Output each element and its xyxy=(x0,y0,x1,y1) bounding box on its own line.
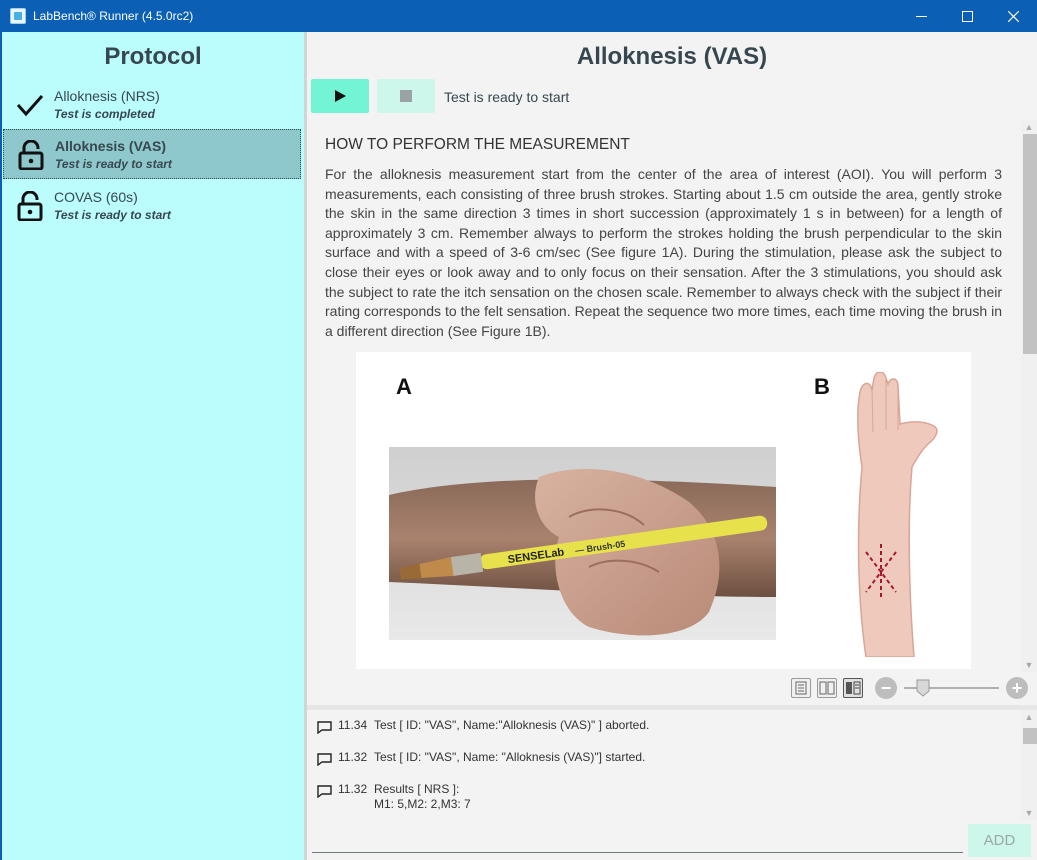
log-text: Test [ ID: "VAS", Name:"Alloknesis (VAS)… xyxy=(374,718,650,732)
zoom-in-button[interactable]: + xyxy=(1006,677,1028,699)
instructions-viewer[interactable]: HOW TO PERFORM THE MEASUREMENT For the a… xyxy=(311,120,1020,672)
protocol-item-name: Alloknesis (NRS) xyxy=(54,88,160,104)
unlocked-padlock-icon xyxy=(18,140,44,170)
scroll-down-arrow-icon[interactable]: ▼ xyxy=(1021,658,1037,672)
window-title: LabBench® Runner (4.5.0rc2) xyxy=(33,9,194,23)
brush-stroke-photo: SENSELab — Brush-05 xyxy=(389,447,776,640)
protocol-item-covas[interactable]: COVAS (60s) Test is ready to start xyxy=(3,181,301,231)
scroll-up-arrow-icon[interactable]: ▲ xyxy=(1021,710,1037,724)
instructions-body: For the alloknesis measurement start fro… xyxy=(325,166,1002,339)
unlocked-padlock-icon xyxy=(17,191,43,221)
log-time: 11.32 xyxy=(338,782,368,796)
instructions-scrollbar[interactable]: ▲ ▼ xyxy=(1021,120,1037,672)
test-panel: Alloknesis (VAS) Test is ready to start … xyxy=(307,32,1037,860)
close-icon xyxy=(1007,11,1019,22)
instructions-heading: HOW TO PERFORM THE MEASUREMENT xyxy=(325,136,630,153)
stop-button[interactable] xyxy=(377,79,435,113)
protocol-item-status: Test is completed xyxy=(54,107,155,121)
single-page-view-icon[interactable] xyxy=(791,678,811,698)
figure-label-a: A xyxy=(396,374,412,399)
arm-illustration xyxy=(857,372,938,657)
log-detail: M1: 5,M2: 2,M3: 7 xyxy=(374,797,471,811)
test-status-text: Test is ready to start xyxy=(444,89,570,105)
log-text: Results [ NRS ]: xyxy=(374,782,460,796)
protocol-item-status: Test is ready to start xyxy=(54,208,171,222)
log-time: 11.32 xyxy=(338,750,368,764)
play-icon xyxy=(335,90,346,102)
run-button[interactable] xyxy=(311,79,369,113)
figure-label-b: B xyxy=(814,374,830,399)
add-button[interactable]: ADD xyxy=(968,824,1031,857)
message-icon xyxy=(317,785,332,798)
protocol-item-alloknesis-vas[interactable]: Alloknesis (VAS) Test is ready to start xyxy=(3,129,301,179)
log-scrollbar[interactable]: ▲ ▼ xyxy=(1021,710,1037,820)
protocol-item-name: COVAS (60s) xyxy=(54,189,138,205)
stop-icon xyxy=(400,90,412,102)
command-input[interactable] xyxy=(312,834,963,853)
scroll-down-arrow-icon[interactable]: ▼ xyxy=(1021,806,1037,820)
title-bar: LabBench® Runner (4.5.0rc2) xyxy=(1,1,1037,32)
maximize-icon xyxy=(961,11,973,22)
page-title: Alloknesis (VAS) xyxy=(576,43,768,70)
close-button[interactable] xyxy=(990,1,1036,32)
checkmark-icon xyxy=(16,95,44,117)
protocol-sidebar: Protocol Alloknesis (NRS) Test is comple… xyxy=(2,32,304,860)
scroll-thumb[interactable] xyxy=(1023,728,1037,744)
protocol-item-name: Alloknesis (VAS) xyxy=(55,138,166,154)
scroll-thumb[interactable] xyxy=(1023,134,1037,354)
app-window: LabBench® Runner (4.5.0rc2) Protocol All… xyxy=(0,0,1037,860)
zoom-slider-thumb[interactable] xyxy=(916,679,930,697)
log-time: 11.34 xyxy=(338,718,368,732)
sidebar-heading: Protocol xyxy=(104,43,202,70)
protocol-item-alloknesis-nrs[interactable]: Alloknesis (NRS) Test is completed xyxy=(3,80,301,130)
two-page-view-icon[interactable] xyxy=(817,678,837,698)
app-icon xyxy=(10,8,26,24)
minimize-button[interactable] xyxy=(898,1,944,32)
event-log: 11.34 Test [ ID: "VAS", Name:"Alloknesis… xyxy=(307,710,1037,828)
minimize-icon xyxy=(915,16,927,17)
scroll-up-arrow-icon[interactable]: ▲ xyxy=(1021,120,1037,134)
maximize-button[interactable] xyxy=(944,1,990,32)
scroll-view-icon[interactable] xyxy=(843,678,863,698)
message-icon xyxy=(317,721,332,734)
instruction-figure: A B SENSELab — Brush-05 xyxy=(356,352,971,669)
zoom-out-button[interactable]: − xyxy=(875,677,897,699)
protocol-item-status: Test is ready to start xyxy=(55,157,172,171)
message-icon xyxy=(317,753,332,766)
log-text: Test [ ID: "VAS", Name: "Alloknesis (VAS… xyxy=(374,750,646,764)
